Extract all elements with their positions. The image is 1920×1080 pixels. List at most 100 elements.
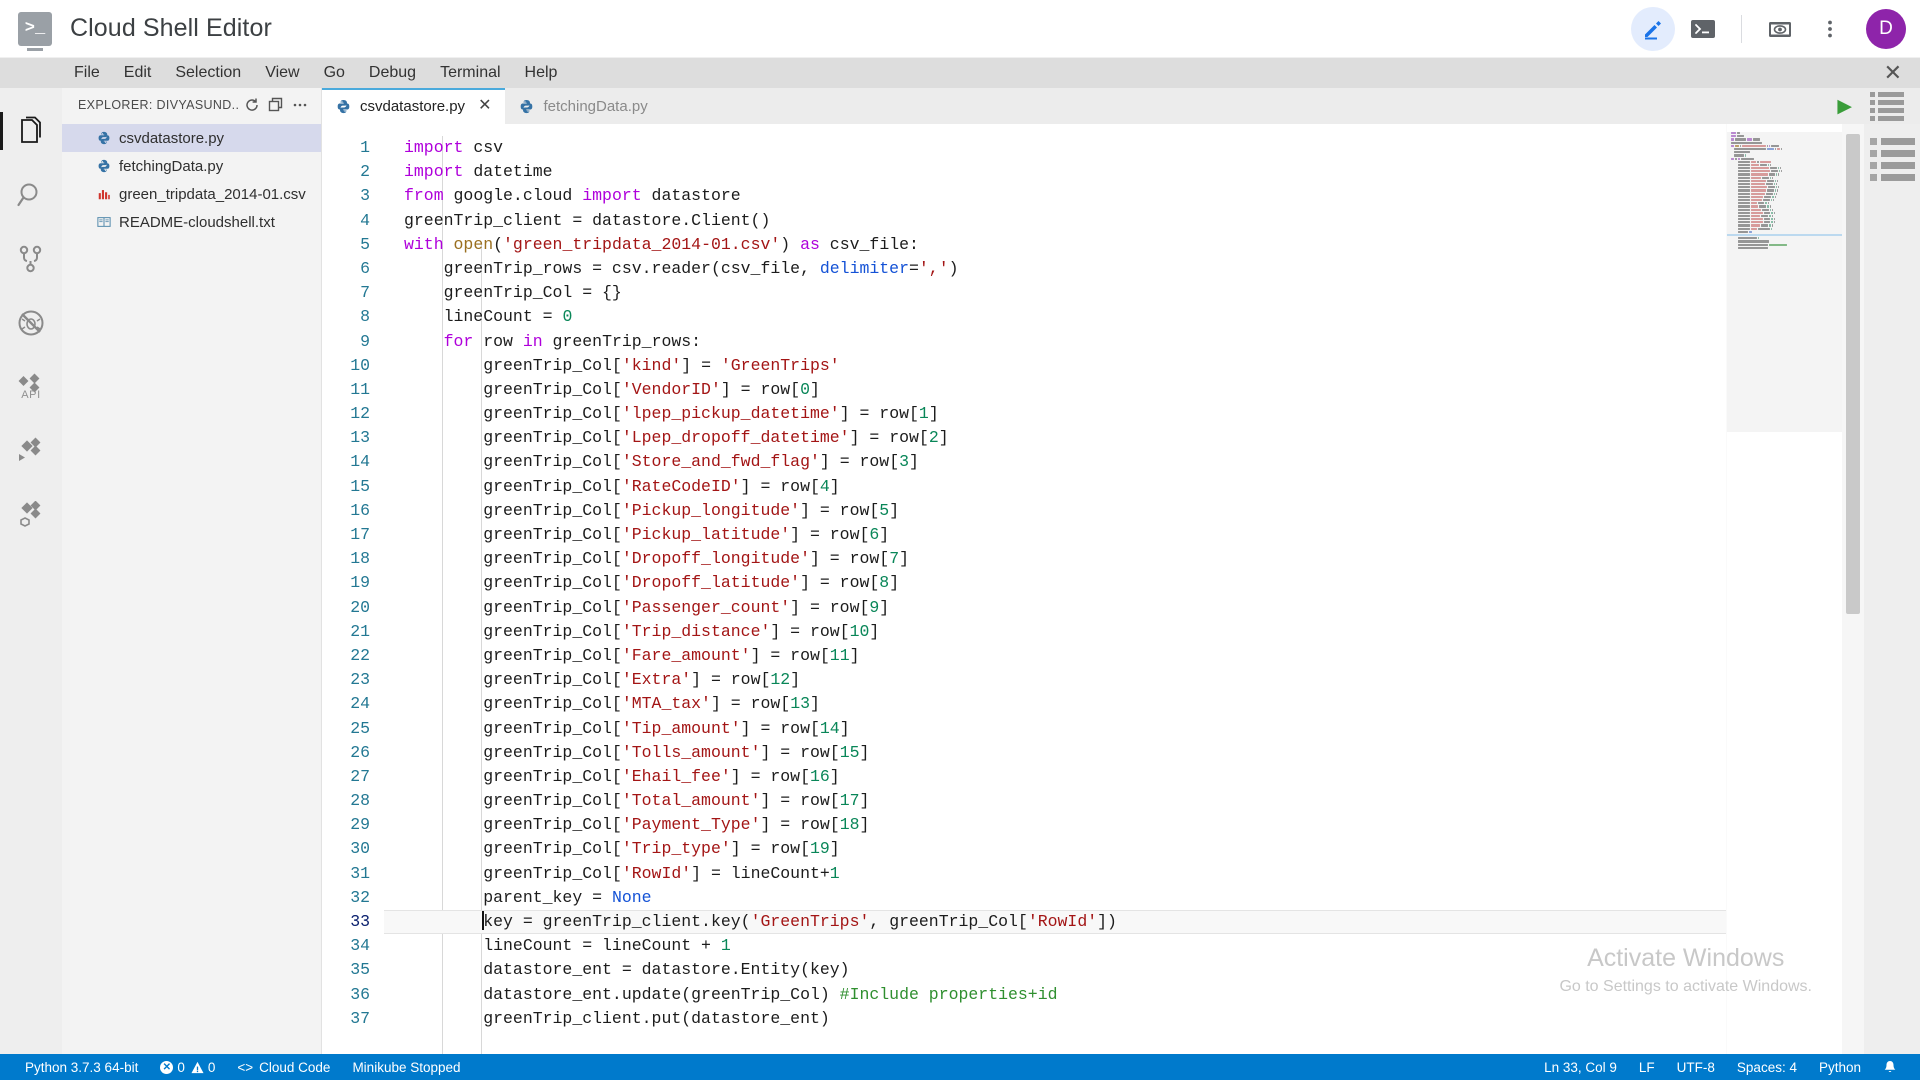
code-line[interactable]: greenTrip_Col['Dropoff_longitude'] = row… [384, 547, 1726, 571]
code-token: ] [879, 597, 890, 617]
file-item-fetchingdata[interactable]: fetchingData.py [62, 152, 321, 180]
outline-entry[interactable] [1869, 162, 1915, 169]
editor-mode-button[interactable] [1631, 6, 1675, 51]
menu-item-edit[interactable]: Edit [112, 62, 164, 84]
code-token: greenTrip_Col[ [404, 549, 622, 569]
code-line[interactable]: greenTrip_Col['Ehail_fee'] = row[16] [384, 765, 1726, 789]
editor-scrollbar[interactable] [1842, 124, 1864, 1054]
code-line[interactable]: for row in greenTrip_rows: [384, 330, 1726, 354]
activity-item-run-debug[interactable] [0, 292, 62, 354]
code-scroll-area[interactable]: 1 2 3 4 5 6 7 8 9 10 11 12 13 14 15 16 17 18 19 20 21 22 23 24 2… [322, 124, 1726, 1054]
code-line[interactable]: datastore_ent.update(greenTrip_Col) #Inc… [384, 983, 1726, 1007]
code-line[interactable]: import datetime [384, 160, 1726, 184]
code-line[interactable]: greenTrip_Col['lpep_pickup_datetime'] = … [384, 402, 1726, 426]
python-interpreter-status[interactable]: Python 3.7.3 64-bit [14, 1060, 149, 1075]
menu-item-file[interactable]: File [62, 62, 112, 84]
activity-item-cloud-code-kubernetes[interactable] [0, 484, 62, 546]
activity-item-explorer[interactable] [0, 100, 62, 162]
menu-item-view[interactable]: View [253, 62, 311, 84]
activity-item-cloud-code[interactable] [0, 420, 62, 482]
code-line[interactable]: greenTrip_Col['Trip_distance'] = row[10] [384, 620, 1726, 644]
code-line[interactable]: lineCount = 0 [384, 305, 1726, 329]
code-token: 'RowId' [621, 863, 692, 883]
notifications-status[interactable] [1872, 1060, 1908, 1075]
file-item-readme-cloudshell[interactable]: README-cloudshell.txt [62, 208, 321, 236]
minimap[interactable] [1726, 124, 1842, 1054]
code-line[interactable]: greenTrip_Col['Fare_amount'] = row[11] [384, 644, 1726, 668]
refresh-explorer-button[interactable] [241, 94, 263, 116]
editor-area: csvdatastore.py ✕ fetchingData.py ▶ 1 2 … [322, 88, 1920, 1054]
code-token: ) [948, 258, 959, 278]
code-content[interactable]: import csv import datetime from google.clo… [384, 124, 1726, 1054]
code-line[interactable]: greenTrip_client.put(datastore_ent) [384, 1007, 1726, 1031]
code-line[interactable]: greenTrip_Col['Tip_amount'] = row[14] [384, 717, 1726, 741]
code-line[interactable]: greenTrip_Col['Dropoff_latitude'] = row[… [384, 571, 1726, 595]
code-line[interactable]: greenTrip_Col['Pickup_latitude'] = row[6… [384, 523, 1726, 547]
code-token: 3 [899, 452, 910, 472]
code-line[interactable]: greenTrip_Col = {} [384, 281, 1726, 305]
avatar[interactable]: D [1866, 8, 1906, 49]
code-line[interactable]: lineCount = lineCount + 1 [384, 934, 1726, 958]
code-line[interactable]: import csv [384, 136, 1726, 160]
terminal-button[interactable] [1681, 7, 1725, 51]
encoding-status[interactable]: UTF-8 [1666, 1060, 1726, 1075]
outline-entry[interactable] [1869, 174, 1915, 181]
outline-entry[interactable] [1869, 150, 1915, 157]
code-line[interactable]: greenTrip_Col['RateCodeID'] = row[4] [384, 475, 1726, 499]
collapse-all-button[interactable] [265, 94, 287, 116]
menu-item-terminal[interactable]: Terminal [428, 62, 512, 84]
code-line[interactable]: greenTrip_Col['VendorID'] = row[0] [384, 378, 1726, 402]
tab-fetchingdata-py[interactable]: fetchingData.py [505, 88, 662, 124]
outline-entry[interactable] [1869, 138, 1915, 145]
code-line-active[interactable]: key = greenTrip_client.key('GreenTrips',… [384, 910, 1726, 935]
code-line[interactable]: with open('green_tripdata_2014-01.csv') … [384, 233, 1726, 257]
language-mode-status[interactable]: Python [1808, 1060, 1872, 1075]
outline-panel[interactable] [1864, 124, 1920, 1054]
file-item-green-tripdata-csv[interactable]: green_tripdata_2014-01.csv [62, 180, 321, 208]
cloud-code-status[interactable]: <> Cloud Code [226, 1060, 341, 1075]
eol-status[interactable]: LF [1628, 1060, 1666, 1075]
file-item-csvdatastore[interactable]: csvdatastore.py [62, 124, 321, 152]
menu-item-selection[interactable]: Selection [163, 62, 253, 84]
activity-item-search[interactable] [0, 164, 62, 226]
cursor-position-status[interactable]: Ln 33, Col 9 [1533, 1060, 1628, 1075]
code-line[interactable]: greenTrip_Col['Lpep_dropoff_datetime'] =… [384, 426, 1726, 450]
code-token: greenTrip_Col[ [404, 379, 622, 399]
code-line[interactable]: greenTrip_Col['MTA_tax'] = row[13] [384, 692, 1726, 716]
code-line[interactable]: greenTrip_Col['Extra'] = row[12] [384, 668, 1726, 692]
scrollbar-thumb[interactable] [1846, 134, 1860, 614]
open-outline-button[interactable] [1866, 88, 1908, 125]
code-line[interactable]: datastore_ent = datastore.Entity(key) [384, 958, 1726, 982]
code-line[interactable]: greenTrip_rows = csv.reader(csv_file, de… [384, 257, 1726, 281]
menu-item-help[interactable]: Help [513, 62, 570, 84]
explorer-more-actions-button[interactable] [289, 94, 311, 116]
code-line[interactable]: greenTrip_client = datastore.Client() [384, 209, 1726, 233]
tab-close-button[interactable]: ✕ [478, 98, 491, 114]
code-line[interactable]: greenTrip_Col['Payment_Type'] = row[18] [384, 813, 1726, 837]
menu-item-debug[interactable]: Debug [357, 62, 428, 84]
code-line[interactable]: greenTrip_Col['Pickup_longitude'] = row[… [384, 499, 1726, 523]
code-line[interactable]: parent_key = None [384, 886, 1726, 910]
code-line[interactable]: greenTrip_Col['Tolls_amount'] = row[15] [384, 741, 1726, 765]
indentation-status[interactable]: Spaces: 4 [1726, 1060, 1808, 1075]
web-preview-button[interactable] [1758, 7, 1802, 51]
minikube-status[interactable]: Minikube Stopped [341, 1060, 471, 1075]
tab-csvdatastore-py[interactable]: csvdatastore.py ✕ [322, 88, 506, 124]
menu-item-go[interactable]: Go [312, 62, 357, 84]
code-line[interactable]: greenTrip_Col['Trip_type'] = row[19] [384, 837, 1726, 861]
line-number: 33 [350, 912, 370, 931]
activity-item-api[interactable]: API [0, 356, 62, 418]
code-line[interactable]: from google.cloud import datastore [384, 184, 1726, 208]
code-line[interactable]: greenTrip_Col['Store_and_fwd_flag'] = ro… [384, 450, 1726, 474]
code-token: ] = row[ [740, 718, 820, 738]
more-options-button[interactable] [1808, 7, 1852, 51]
code-line[interactable]: greenTrip_Col['kind'] = 'GreenTrips' [384, 354, 1726, 378]
close-window-button[interactable]: ✕ [1884, 62, 1902, 84]
minimap-slider[interactable] [1727, 132, 1842, 432]
code-line[interactable]: greenTrip_Col['Total_amount'] = row[17] [384, 789, 1726, 813]
activity-item-source-control[interactable] [0, 228, 62, 290]
code-line[interactable]: greenTrip_Col['Passenger_count'] = row[9… [384, 596, 1726, 620]
problems-status[interactable]: ✕ 0 0 [149, 1060, 226, 1075]
run-file-button[interactable]: ▶ [1837, 97, 1852, 116]
code-line[interactable]: greenTrip_Col['RowId'] = lineCount+1 [384, 862, 1726, 886]
